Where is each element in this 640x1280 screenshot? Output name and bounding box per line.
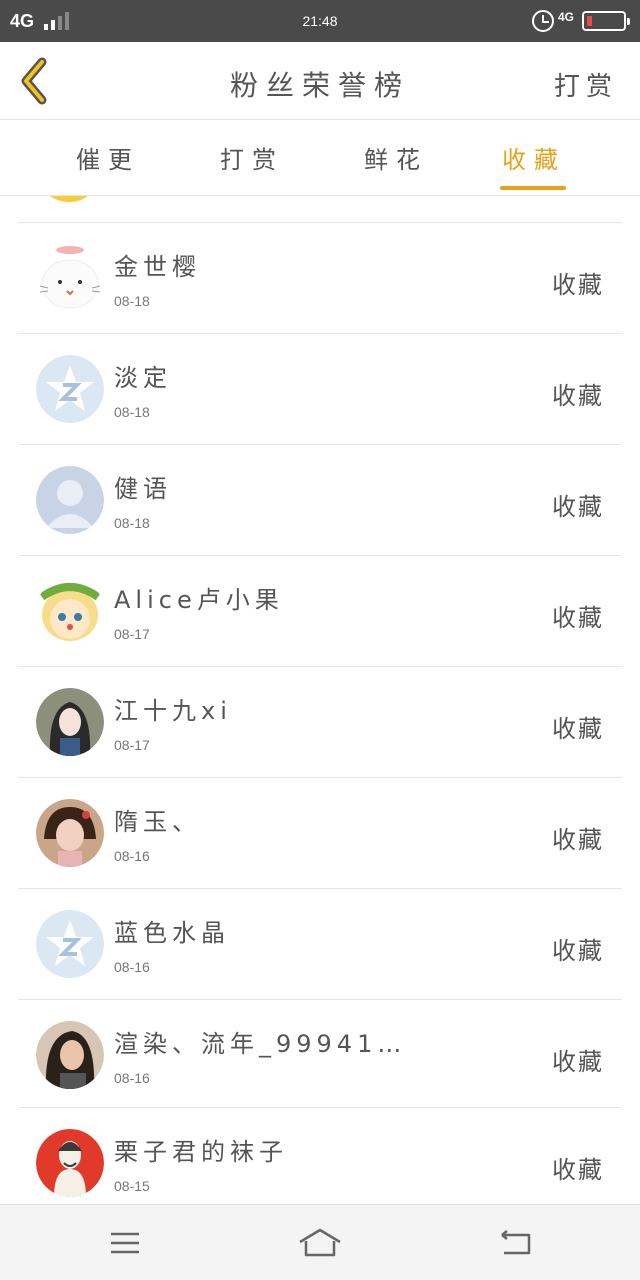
fan-date: 08-18 (114, 515, 150, 531)
list-item[interactable]: 江十九xi 08-17 收藏 (18, 667, 622, 778)
fan-name: 淡定 (114, 364, 172, 392)
fan-name: 健语 (114, 475, 172, 503)
fan-name: 蓝色水晶 (114, 919, 230, 947)
tab-flowers[interactable]: 鲜花 (346, 140, 446, 175)
fan-name: 金世樱 (114, 253, 201, 281)
list-item[interactable]: Alice卢小果 08-17 收藏 (18, 556, 622, 667)
fan-action-label: 收藏 (552, 604, 604, 632)
fan-date: 08-16 (114, 848, 150, 864)
fan-action-label: 收藏 (552, 715, 604, 743)
tab-bar: 催更 打赏 鲜花 收藏 (0, 120, 640, 196)
fan-name: 渲染、流年_99941… (114, 1030, 407, 1058)
fan-name: 隋玉、 (114, 808, 201, 836)
list-item[interactable]: 蓝色水晶 08-16 收藏 (18, 889, 622, 1000)
avatar (36, 1129, 104, 1197)
list-item[interactable]: 栗子君的袜子 08-15 收藏 (18, 1108, 622, 1204)
avatar (36, 196, 102, 202)
avatar (36, 244, 104, 312)
avatar (36, 799, 104, 867)
menu-icon (111, 1232, 139, 1254)
status-bar: 4G 21:48 4G (0, 0, 640, 42)
fan-date: 08-17 (114, 737, 150, 753)
avatar (36, 1021, 104, 1089)
fan-name: 栗子君的袜子 (114, 1138, 288, 1166)
list-item[interactable]: 隋玉、 08-16 收藏 (18, 778, 622, 889)
active-tab-indicator (500, 186, 566, 190)
list-item[interactable]: 健语 08-18 收藏 (18, 445, 622, 556)
battery-icon (582, 11, 630, 31)
app-header: 粉丝荣誉榜 打赏 (0, 42, 640, 120)
avatar (36, 688, 104, 756)
fan-action-label: 收藏 (552, 271, 604, 299)
fan-date: 08-16 (114, 959, 150, 975)
home-button[interactable] (295, 1225, 345, 1261)
fan-action-label: 收藏 (552, 937, 604, 965)
fan-action-label: 收藏 (552, 1156, 604, 1184)
list-item[interactable]: 金世樱 08-18 收藏 (18, 223, 622, 334)
fan-date: 08-18 (114, 404, 150, 420)
list-item[interactable]: 淡定 08-18 收藏 (18, 334, 622, 445)
avatar (36, 577, 104, 645)
network-label-right: 4G (558, 10, 575, 24)
list-item[interactable]: 渲染、流年_99941… 08-16 收藏 (18, 1000, 622, 1108)
home-icon (299, 1228, 341, 1257)
page-title: 粉丝荣誉榜 (229, 69, 410, 102)
tab-reward[interactable]: 打赏 (202, 140, 302, 175)
avatar (36, 355, 104, 423)
fan-action-label: 收藏 (552, 1048, 604, 1076)
back-icon (501, 1230, 531, 1255)
fan-action-label: 收藏 (552, 382, 604, 410)
fan-date: 08-18 (114, 293, 150, 309)
avatar (36, 466, 104, 534)
tab-favorites[interactable]: 收藏 (484, 140, 584, 175)
fan-action-label: 收藏 (552, 826, 604, 854)
reward-button[interactable]: 打赏 (554, 66, 618, 103)
fan-date: 08-16 (114, 1070, 150, 1086)
menu-button[interactable] (100, 1225, 150, 1261)
tab-urge-update[interactable]: 催更 (58, 140, 158, 175)
fan-name: Alice卢小果 (114, 586, 284, 614)
fan-date: 08-17 (114, 626, 150, 642)
fan-date: 08-15 (114, 1178, 150, 1194)
fan-list[interactable]: 金世樱 08-18 收藏 淡定 08-18 收藏 健语 08-18 收藏 Ali… (0, 196, 640, 1204)
back-nav-button[interactable] (490, 1225, 540, 1261)
fan-action-label: 收藏 (552, 493, 604, 521)
avatar (36, 910, 104, 978)
system-nav-bar (0, 1204, 640, 1280)
alarm-icon (532, 10, 554, 32)
fan-name: 江十九xi (114, 697, 232, 725)
